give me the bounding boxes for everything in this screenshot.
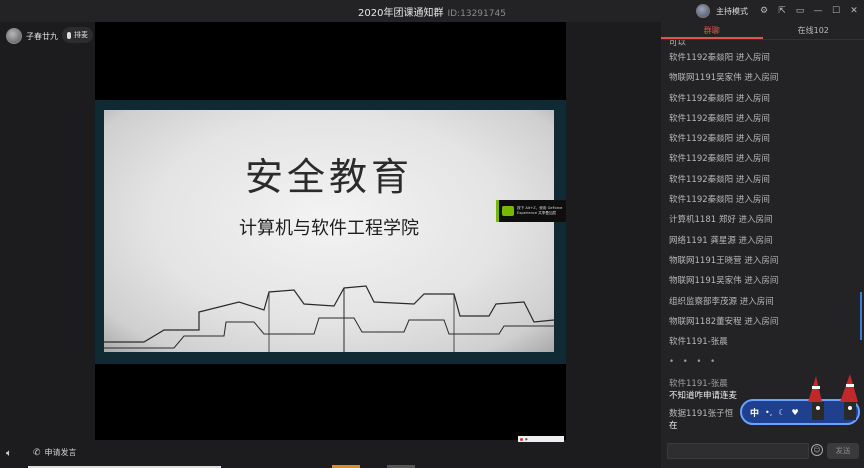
list-item: 软件1192秦燚阳 进入房间 xyxy=(669,154,770,165)
list-item: 物联网1191吴家伟 进入房间 xyxy=(669,276,779,287)
list-item: 软件1191-张晨 xyxy=(669,337,728,348)
list-item: 物联网1191王晓营 进入房间 xyxy=(669,255,779,266)
app-window: 2020年团课通知群 ID:13291745 主持模式 ⚙ ⇱ ▭ — ☐ ✕ 子… xyxy=(0,0,864,468)
speaker-name: 子春廿九 xyxy=(26,31,58,41)
phone-icon: ✆ xyxy=(33,447,41,458)
list-item: 软件1192秦燚阳 进入房间 xyxy=(669,134,770,145)
list-item: 软件1192秦燚阳 进入房间 xyxy=(669,113,770,124)
maximize-icon[interactable]: ☐ xyxy=(830,5,842,17)
room-id: ID:13291745 xyxy=(447,9,506,19)
list-item: 软件1192秦燚阳 进入房间 xyxy=(669,174,770,185)
host-avatar[interactable] xyxy=(696,4,710,18)
list-item: 软件1192秦燚阳 进入房间 xyxy=(669,195,770,206)
tab-online[interactable]: 在线102 xyxy=(763,22,864,39)
moon-icon[interactable]: ☾ xyxy=(778,408,785,417)
list-item: 物联网1191吴家伟 进入房间 xyxy=(669,73,779,84)
emoji-dots: • • • • xyxy=(669,357,719,368)
bottom-toolbar: 🔈︎ ✆ 申请发言 xyxy=(0,440,660,468)
emoji-icon[interactable]: ☺ xyxy=(811,444,823,456)
mascot-icon xyxy=(808,374,858,420)
avatar xyxy=(6,28,22,44)
slide-title: 安全教育 xyxy=(244,155,413,199)
list-item: 网络1191 龚星源 进入房间 xyxy=(669,235,773,246)
main-area: 子春廿九 排麦 安全教育 计算机与软件工程学院 按下 Alt+Z，使用 GeFo… xyxy=(0,22,660,468)
overlay-toast-text: 按下 Alt+Z，使用 GeForce Experience 共享叠加层 xyxy=(517,206,563,215)
slide-subtitle: 计算机与软件工程学院 xyxy=(239,218,419,239)
group-name: 2020年团课通知群 xyxy=(358,8,444,19)
list-item: 软件1192秦燚阳 进入房间 xyxy=(669,93,770,104)
skin-icon[interactable]: ▭ xyxy=(794,5,806,17)
chat-tabs: 群聊 在线102 xyxy=(661,22,864,40)
chat-input-row: ☺ 发送 xyxy=(661,440,864,462)
list-item: 组织监察部李茂源 进入房间 xyxy=(669,296,774,307)
chat-scrollbar[interactable] xyxy=(860,292,862,340)
video-stage[interactable]: 安全教育 计算机与软件工程学院 按下 Alt+Z，使用 GeForce Expe… xyxy=(95,22,566,442)
mic-queue-button[interactable]: 排麦 xyxy=(62,27,93,43)
geforce-overlay-toast[interactable]: 按下 Alt+Z，使用 GeForce Experience 共享叠加层 xyxy=(496,200,566,222)
minimize-icon[interactable]: — xyxy=(812,5,824,17)
nvidia-logo-icon xyxy=(502,206,514,216)
city-sketch-decoration xyxy=(104,285,554,352)
share-icon[interactable]: ⇱ xyxy=(776,5,788,17)
title-bar: 2020年团课通知群 ID:13291745 主持模式 ⚙ ⇱ ▭ — ☐ ✕ xyxy=(0,0,864,22)
presentation-slide: 安全教育 计算机与软件工程学院 xyxy=(104,110,554,352)
close-icon[interactable]: ✕ xyxy=(848,5,860,17)
mic-icon xyxy=(67,31,71,39)
settings-icon[interactable]: ⚙ xyxy=(758,5,770,17)
list-item: 可以 xyxy=(669,40,687,48)
apply-speak-label: 申请发言 xyxy=(44,448,77,457)
tab-group-chat[interactable]: 群聊 xyxy=(661,22,763,39)
screen-share: 安全教育 计算机与软件工程学院 按下 Alt+Z，使用 GeForce Expe… xyxy=(95,100,566,442)
apply-speak-button[interactable]: ✆ 申请发言 xyxy=(33,447,77,458)
ime-mode-char[interactable]: 中 xyxy=(750,406,759,419)
volume-icon[interactable]: 🔈︎ xyxy=(6,448,18,460)
heart-icon[interactable]: ♥ xyxy=(791,408,798,417)
send-button[interactable]: 发送 xyxy=(827,443,859,459)
mic-queue-label: 排麦 xyxy=(74,31,88,39)
chat-input[interactable] xyxy=(667,443,809,459)
list-item: 物联网1182董安程 进入房间 xyxy=(669,316,779,327)
title-bar-controls: 主持模式 ⚙ ⇱ ▭ — ☐ ✕ xyxy=(696,2,860,20)
punctuation-icon[interactable]: •, xyxy=(765,408,772,417)
host-mode-label[interactable]: 主持模式 xyxy=(716,6,748,17)
list-item: 软件1192秦燚阳 进入房间 xyxy=(669,53,770,63)
list-item: 计算机1181 郑好 进入房间 xyxy=(669,215,773,226)
current-speaker[interactable]: 子春廿九 xyxy=(6,26,58,46)
